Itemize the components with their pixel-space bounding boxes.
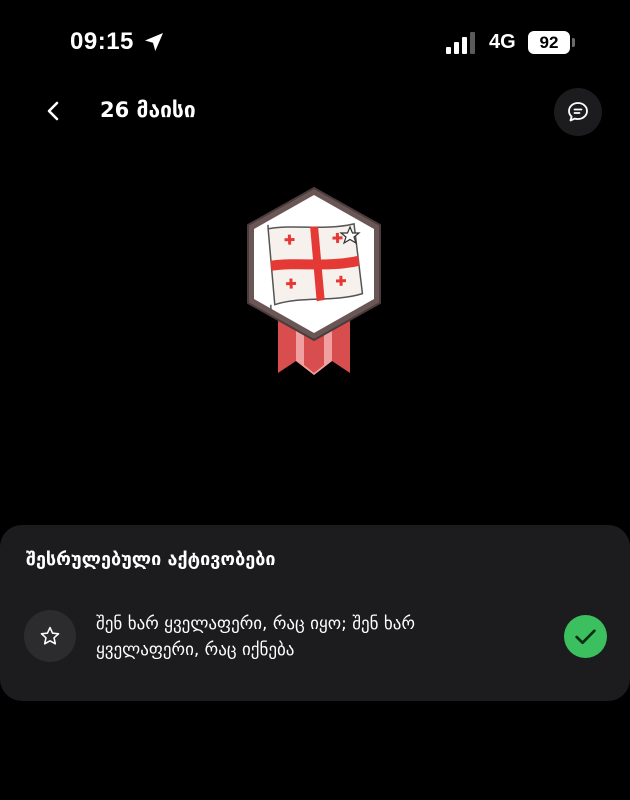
chat-bubble-icon	[568, 102, 588, 122]
card-title: შესრულებული აქტივობები	[26, 549, 276, 570]
network-type: 4G	[489, 31, 516, 53]
georgian-flag-badge-icon	[247, 187, 381, 375]
completed-activities-card: შესრულებული აქტივობები შენ ხარ ყველაფერი…	[0, 525, 630, 701]
status-bar: 09:15 4G 92	[0, 0, 630, 80]
star-icon	[40, 626, 60, 645]
location-arrow-icon	[145, 33, 163, 51]
check-icon	[575, 629, 596, 645]
battery-level: 92	[528, 31, 570, 54]
chat-button[interactable]	[554, 88, 602, 136]
chevron-left-icon	[47, 101, 59, 121]
activity-icon-wrap	[24, 610, 76, 662]
completed-status	[564, 615, 607, 658]
status-time: 09:15	[70, 28, 134, 55]
activity-item[interactable]: შენ ხარ ყველაფერი, რაც იყო; შენ ხარ ყველ…	[0, 605, 630, 675]
page-title: 26 მაისი	[100, 98, 196, 122]
activity-text: შენ ხარ ყველაფერი, რაც იყო; შენ ხარ ყველ…	[96, 614, 415, 660]
back-button[interactable]	[38, 95, 70, 127]
battery-cap	[572, 38, 575, 47]
signal-bars-icon	[446, 32, 475, 54]
screen: 09:15 4G 92 26 მაისი შესრულებული აქტივობ…	[0, 0, 630, 800]
